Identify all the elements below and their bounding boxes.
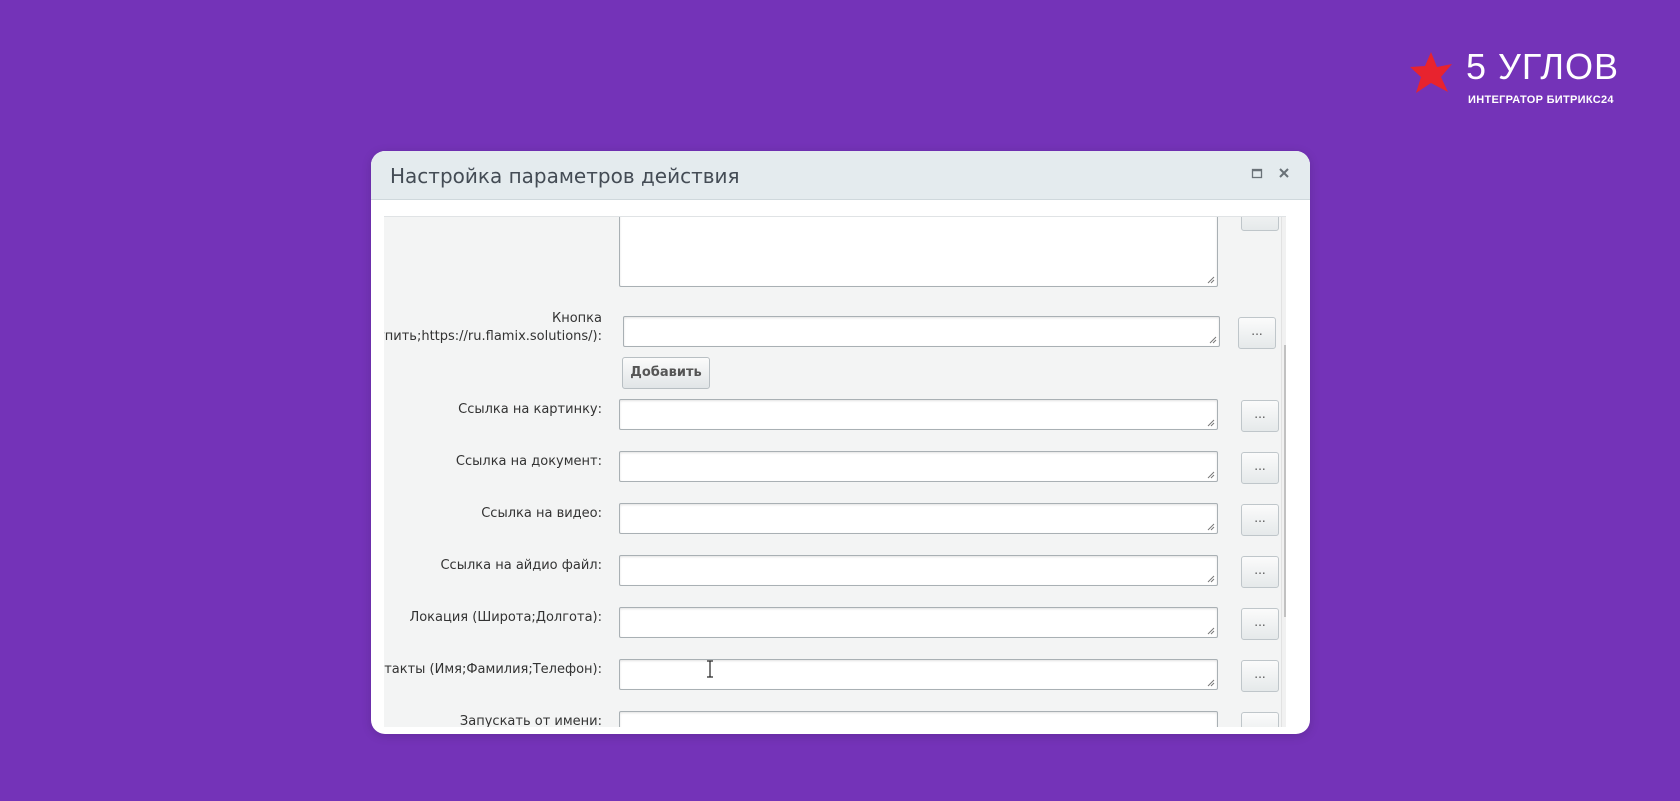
field-input[interactable] bbox=[619, 555, 1218, 586]
field-dots-button[interactable]: ... bbox=[1241, 660, 1279, 692]
field-dots-button[interactable]: ... bbox=[1241, 504, 1279, 536]
field-dots-button[interactable]: ... bbox=[1241, 556, 1279, 588]
resize-grip-icon[interactable] bbox=[1207, 575, 1215, 583]
text-cursor-icon bbox=[707, 660, 713, 678]
field-dots-button[interactable]: ... bbox=[1241, 400, 1279, 432]
dialog-body[interactable]: ... Кнопка (Купить;https://ru.flamix.sol… bbox=[384, 216, 1286, 727]
field-label: Ссылка на видео: bbox=[481, 506, 602, 521]
field-label: Ссылка на айдио файл: bbox=[440, 558, 602, 573]
field-input[interactable] bbox=[619, 399, 1218, 430]
field-label: Локация (Широта;Долгота): bbox=[409, 610, 602, 625]
field-label: Ссылка на картинку: bbox=[458, 402, 602, 417]
field-input[interactable] bbox=[619, 451, 1218, 482]
maximize-icon[interactable] bbox=[1247, 163, 1267, 183]
field-label: Ссылка на документ: bbox=[455, 454, 602, 469]
field-dots-button[interactable]: ... bbox=[1241, 452, 1279, 484]
close-icon[interactable] bbox=[1274, 163, 1294, 183]
resize-grip-icon[interactable] bbox=[1207, 627, 1215, 635]
resize-grip-icon[interactable] bbox=[1207, 523, 1215, 531]
top-dots-button[interactable]: ... bbox=[1241, 217, 1279, 231]
scroll-down-icon[interactable]: ▼ bbox=[1284, 711, 1286, 723]
brand-logo: 5 УГЛОВ ИНТЕГРАТОР БИТРИКС24 bbox=[1408, 46, 1618, 110]
field-input[interactable] bbox=[619, 711, 1218, 727]
resize-grip-icon[interactable] bbox=[1207, 276, 1215, 284]
action-settings-dialog: Настройка параметров действия ... Кнопка… bbox=[371, 151, 1310, 734]
field-dots-button[interactable]: ... bbox=[1241, 608, 1279, 640]
button-field-input[interactable] bbox=[623, 316, 1220, 347]
button-field-label: Кнопка (Купить;https://ru.flamix.solutio… bbox=[384, 311, 602, 344]
field-input[interactable] bbox=[619, 503, 1218, 534]
star-logo-icon bbox=[1410, 52, 1452, 93]
field-input[interactable] bbox=[619, 607, 1218, 638]
resize-grip-icon[interactable] bbox=[1207, 679, 1215, 687]
button-field-dots-button[interactable]: ... bbox=[1238, 317, 1276, 349]
message-textarea[interactable] bbox=[619, 217, 1218, 287]
field-label: Контакты (Имя;Фамилия;Телефон): bbox=[384, 662, 602, 677]
scrollbar-thumb[interactable] bbox=[1284, 345, 1286, 617]
dialog-header: Настройка параметров действия bbox=[371, 151, 1310, 200]
dialog-title: Настройка параметров действия bbox=[390, 164, 740, 188]
scroll-up-icon[interactable]: ▲ bbox=[1284, 221, 1286, 233]
field-dots-button[interactable]: ... bbox=[1241, 712, 1279, 727]
resize-grip-icon[interactable] bbox=[1209, 336, 1217, 344]
resize-grip-icon[interactable] bbox=[1207, 471, 1215, 479]
logo-subtitle: ИНТЕГРАТОР БИТРИКС24 bbox=[1468, 94, 1614, 106]
add-button[interactable]: Добавить bbox=[622, 357, 710, 389]
logo-title: 5 УГЛОВ bbox=[1466, 46, 1620, 87]
field-label: Запускать от имени: bbox=[459, 714, 602, 727]
resize-grip-icon[interactable] bbox=[1207, 419, 1215, 427]
